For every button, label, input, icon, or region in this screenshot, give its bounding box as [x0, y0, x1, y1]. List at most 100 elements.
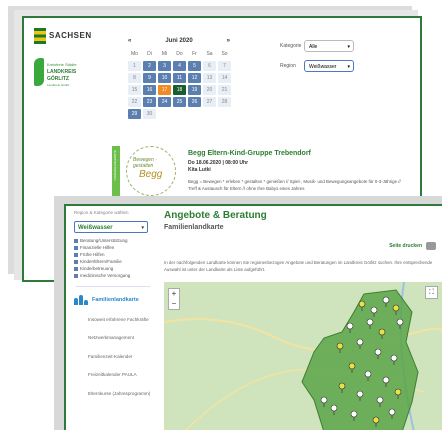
calendar-day[interactable]: 22: [128, 97, 141, 107]
region-select[interactable]: Weißwasser ▾: [304, 60, 354, 72]
category-checkbox-list: Beratung/Unterstützung Finanzielle Hilfen…: [74, 238, 152, 278]
category-checkbox[interactable]: Kinderbetreuung: [74, 266, 152, 271]
printer-icon: [426, 242, 436, 250]
category-label: Kinderbetreuung: [80, 266, 114, 271]
calendar-day[interactable]: 11: [173, 73, 186, 83]
landkreis-goerlitz-logo[interactable]: Kreisfreie Städte LANDKREIS GÖRLITZ Land…: [34, 58, 80, 98]
chevron-down-icon: ▾: [347, 44, 350, 50]
event-location: Kita Lutki: [188, 167, 211, 173]
landkreis-logo-line4: Landkreis Görlitz: [47, 83, 70, 87]
calendar-day[interactable]: 10: [158, 73, 171, 83]
calendar-day[interactable]: 21: [218, 85, 231, 95]
weekday-header: Mi: [161, 51, 168, 57]
calendar-day[interactable]: 4: [173, 61, 186, 71]
category-label: medizinische Versorgung: [80, 273, 131, 278]
calendar-day[interactable]: 23: [143, 97, 156, 107]
calendar-grid: Mo Di Mi Do Fr Sa So 1 2 3 4 5 6 7 8 9 10 11 12 13 14 15 16 17 1…: [128, 49, 234, 119]
calendar-day[interactable]: 16: [143, 85, 156, 95]
chevron-down-icon: ▾: [347, 64, 350, 70]
sidebar-divider: [76, 286, 150, 287]
fullscreen-button[interactable]: ⛶: [425, 286, 438, 299]
checkbox-icon[interactable]: [74, 266, 78, 271]
weekday-header: So: [221, 51, 228, 57]
region-value: Weißwasser: [309, 64, 337, 70]
weekday-header: Di: [147, 51, 152, 57]
category-label: Kinder/Eltern/Familie: [80, 259, 122, 264]
checkbox-icon[interactable]: [74, 259, 78, 264]
calendar-day[interactable]: 26: [188, 97, 201, 107]
calendar-prev-button[interactable]: «: [128, 38, 131, 44]
checkbox-icon[interactable]: [74, 245, 78, 250]
calendar-day[interactable]: 30: [143, 109, 156, 119]
calendar-day[interactable]: 7: [218, 61, 231, 71]
sidebar-nav-item[interactable]: Freizeitkalender PAULA: [74, 372, 152, 378]
category-checkbox[interactable]: Finanzielle Hilfen: [74, 245, 152, 250]
zoom-in-button[interactable]: +: [169, 289, 179, 299]
sidebar-item-familienlandkarte[interactable]: Familienlandkarte: [74, 295, 152, 305]
weekday-header: Mo: [131, 51, 138, 57]
calendar-day[interactable]: 9: [143, 73, 156, 83]
calendar-day[interactable]: 18: [173, 85, 186, 95]
begg-logo-ring-text: Bewegen · gestalten: [133, 157, 157, 169]
map-canvas[interactable]: [164, 282, 442, 430]
checkbox-icon[interactable]: [74, 238, 78, 243]
landkreis-logo-line3: GÖRLITZ: [47, 76, 69, 82]
calendar-day[interactable]: 17: [158, 85, 171, 95]
event-title[interactable]: Begg Eltern-Kind-Gruppe Trebendorf: [188, 150, 311, 157]
category-checkbox[interactable]: Kinder/Eltern/Familie: [74, 259, 152, 264]
category-checkbox[interactable]: medizinische Versorgung: [74, 273, 152, 278]
calendar-day[interactable]: 1: [128, 61, 141, 71]
calendar-day[interactable]: 14: [218, 73, 231, 83]
calendar-day[interactable]: 19: [188, 85, 201, 95]
kategorie-label: Kategorie: [280, 43, 302, 49]
sidebar-nav-item[interactable]: Netzwerkmanagement: [74, 335, 152, 341]
calendar-day[interactable]: 6: [203, 61, 216, 71]
region-dropdown[interactable]: Weißwasser ▾: [74, 221, 148, 233]
print-page-button[interactable]: Seite drucken: [389, 242, 436, 250]
category-checkbox[interactable]: Beratung/Unterstützung: [74, 238, 152, 243]
family-map[interactable]: + − ⛶: [164, 282, 442, 430]
calendar-day[interactable]: 2: [143, 61, 156, 71]
intro-text: In der nachfolgenden Landkarte können Si…: [164, 260, 433, 272]
chevron-down-icon: ▾: [141, 225, 144, 231]
region-filter: Region Weißwasser ▾: [280, 60, 390, 72]
calendar-next-button[interactable]: »: [227, 38, 230, 44]
main-content: Angebote & Beratung Familienlandkarte Se…: [164, 210, 442, 272]
sidebar-nav-item[interactable]: Elternkurse (Jahresprogramm): [74, 391, 152, 397]
sachsen-logo-text: SACHSEN: [49, 31, 92, 40]
category-label: Frühe Hilfen: [80, 252, 105, 257]
calendar-day[interactable]: 3: [158, 61, 171, 71]
kategorie-value: Alle: [309, 44, 318, 50]
family-icon: [74, 295, 88, 305]
checkbox-icon[interactable]: [74, 273, 78, 278]
category-checkbox[interactable]: Frühe Hilfen: [74, 252, 152, 257]
kategorie-select[interactable]: Alle ▾: [304, 40, 354, 52]
calendar-day[interactable]: 15: [128, 85, 141, 95]
calendar-day[interactable]: 5: [188, 61, 201, 71]
print-page-label: Seite drucken: [389, 243, 422, 249]
calendar-day[interactable]: 20: [203, 85, 216, 95]
kategorie-filter: Kategorie Alle ▾: [280, 40, 390, 52]
calendar-day[interactable]: 25: [173, 97, 186, 107]
zoom-out-button[interactable]: −: [169, 299, 179, 309]
calendar-day[interactable]: 29: [128, 109, 141, 119]
calendar-day[interactable]: 13: [203, 73, 216, 83]
calendar-day[interactable]: 8: [128, 73, 141, 83]
calendar-day[interactable]: 28: [218, 97, 231, 107]
calendar-day[interactable]: 27: [203, 97, 216, 107]
calendar-day[interactable]: 12: [188, 73, 201, 83]
calendar-widget: « Juni 2020 » Mo Di Mi Do Fr Sa So 1 2 3 4 5 6 7 8 9 10 1…: [124, 38, 234, 119]
landkreis-logo-line1: Kreisfreie Städte: [47, 62, 77, 67]
sachsen-logo[interactable]: SACHSEN: [34, 28, 91, 46]
calendar-day[interactable]: 24: [158, 97, 171, 107]
sidebar: Region & Kategorie wählen Weißwasser ▾ B…: [74, 210, 152, 430]
sidebar-nav-item[interactable]: Familienzeit-Kalender: [74, 354, 152, 360]
weekday-header: Sa: [206, 51, 213, 57]
page-title: Angebote & Beratung: [164, 210, 267, 221]
region-label: Region: [280, 63, 296, 69]
begg-logo: Bewegen · gestalten Begg: [126, 146, 176, 196]
sidebar-nav-item[interactable]: Insoweit erfahrene Fachkräfte: [74, 317, 152, 323]
checkbox-icon[interactable]: [74, 252, 78, 257]
map-zoom-control: + −: [168, 288, 180, 310]
weekday-header: Fr: [192, 51, 197, 57]
